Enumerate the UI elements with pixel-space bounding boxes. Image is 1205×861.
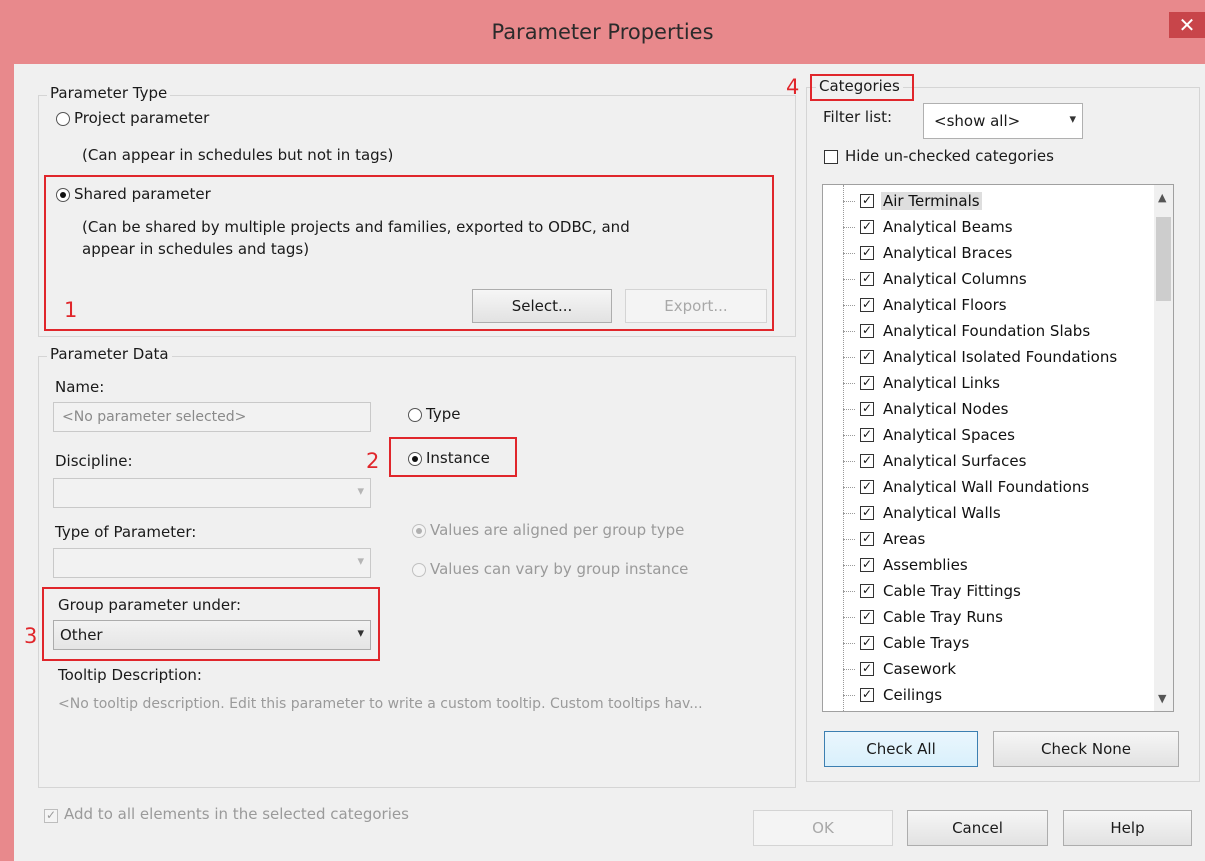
parameter-type-legend: Parameter Type: [47, 84, 171, 102]
cancel-button[interactable]: Cancel: [907, 810, 1048, 846]
project-parameter-description: (Can appear in schedules but not in tags…: [82, 146, 394, 164]
highlight-box-4: [810, 74, 914, 101]
category-checkbox[interactable]: ✓: [860, 558, 874, 572]
chevron-down-icon: ▾: [357, 484, 364, 499]
ok-button[interactable]: OK: [753, 810, 893, 846]
highlight-box-1: [44, 175, 774, 331]
category-checkbox[interactable]: ✓: [860, 636, 874, 650]
category-item[interactable]: ✓ Analytical Columns: [823, 267, 1153, 293]
category-item[interactable]: ✓ Casework: [823, 657, 1153, 683]
category-checkbox[interactable]: ✓: [860, 272, 874, 286]
category-checkbox[interactable]: ✓: [860, 194, 874, 208]
category-checkbox[interactable]: ✓: [860, 376, 874, 390]
project-parameter-radio[interactable]: [56, 112, 70, 126]
tooltip-description-value[interactable]: <No tooltip description. Edit this param…: [58, 696, 703, 712]
discipline-label: Discipline:: [55, 452, 133, 470]
category-checkbox[interactable]: ✓: [860, 350, 874, 364]
category-item[interactable]: ✓ Analytical Spaces: [823, 423, 1153, 449]
filter-list-dropdown[interactable]: <show all> ▾: [923, 103, 1083, 139]
title-bar: Parameter Properties ✕: [0, 0, 1205, 64]
category-checkbox[interactable]: ✓: [860, 610, 874, 624]
filter-list-label: Filter list:: [823, 108, 893, 126]
category-item[interactable]: ✓ Analytical Nodes: [823, 397, 1153, 423]
category-checkbox[interactable]: ✓: [860, 324, 874, 338]
category-checkbox[interactable]: ✓: [860, 506, 874, 520]
category-checkbox[interactable]: ✓: [860, 220, 874, 234]
category-item[interactable]: ✓ Cable Trays: [823, 631, 1153, 657]
values-vary-radio[interactable]: [412, 563, 426, 577]
category-item[interactable]: ✓ Cable Tray Fittings: [823, 579, 1153, 605]
values-vary-label: Values can vary by group instance: [430, 560, 689, 578]
category-item[interactable]: ✓ Analytical Isolated Foundations: [823, 345, 1153, 371]
add-to-all-label: Add to all elements in the selected cate…: [64, 805, 409, 823]
categories-scrollbar[interactable]: ▲ ▼: [1154, 185, 1173, 711]
category-checkbox[interactable]: ✓: [860, 584, 874, 598]
category-item[interactable]: ✓ Analytical Links: [823, 371, 1153, 397]
category-checkbox[interactable]: ✓: [860, 454, 874, 468]
close-icon[interactable]: ✕: [1169, 12, 1205, 38]
type-of-parameter-dropdown[interactable]: ▾: [53, 548, 371, 578]
hide-unchecked-checkbox[interactable]: [824, 150, 838, 164]
chevron-down-icon: ▾: [1069, 112, 1076, 127]
check-all-button[interactable]: Check All: [824, 731, 978, 767]
name-label: Name:: [55, 378, 105, 396]
category-item[interactable]: ✓ Analytical Walls: [823, 501, 1153, 527]
values-aligned-label: Values are aligned per group type: [430, 521, 685, 539]
category-checkbox[interactable]: ✓: [860, 662, 874, 676]
category-checkbox[interactable]: ✓: [860, 402, 874, 416]
filter-list-value: <show all>: [934, 112, 1021, 130]
category-item[interactable]: ✓ Analytical Braces: [823, 241, 1153, 267]
category-checkbox[interactable]: ✓: [860, 688, 874, 702]
category-item[interactable]: ✓ Analytical Foundation Slabs: [823, 319, 1153, 345]
category-item[interactable]: ✓ Analytical Wall Foundations: [823, 475, 1153, 501]
dialog-title: Parameter Properties: [491, 20, 714, 44]
categories-tree: ✓ Air Terminals ✓ Analytical Beams ✓ Analyt…: [822, 184, 1174, 712]
annotation-number-2: 2: [366, 449, 380, 473]
category-item[interactable]: ✓ Analytical Beams: [823, 215, 1153, 241]
category-checkbox[interactable]: ✓: [860, 532, 874, 546]
category-checkbox[interactable]: ✓: [860, 480, 874, 494]
add-to-all-checkbox[interactable]: ✓: [44, 809, 58, 823]
chevron-down-icon: ▾: [357, 554, 364, 569]
discipline-dropdown[interactable]: ▾: [53, 478, 371, 508]
category-item[interactable]: ✓ Analytical Surfaces: [823, 449, 1153, 475]
help-button[interactable]: Help: [1063, 810, 1192, 846]
category-checkbox[interactable]: ✓: [860, 428, 874, 442]
project-parameter-label[interactable]: Project parameter: [74, 109, 209, 127]
scroll-up-icon[interactable]: ▲: [1158, 191, 1166, 204]
category-item[interactable]: ✓ Analytical Floors: [823, 293, 1153, 319]
annotation-number-1: 1: [64, 298, 78, 322]
annotation-number-3: 3: [24, 624, 38, 648]
category-checkbox[interactable]: ✓: [860, 246, 874, 260]
category-item[interactable]: ✓ Areas: [823, 527, 1153, 553]
name-field[interactable]: <No parameter selected>: [53, 402, 371, 432]
annotation-number-4: 4: [786, 75, 800, 99]
type-radio-label[interactable]: Type: [426, 405, 460, 423]
tooltip-description-label: Tooltip Description:: [58, 666, 202, 684]
parameter-data-legend: Parameter Data: [47, 345, 172, 363]
highlight-box-3: [42, 587, 380, 661]
category-checkbox[interactable]: ✓: [860, 298, 874, 312]
scrollbar-thumb[interactable]: [1156, 217, 1171, 301]
type-of-parameter-label: Type of Parameter:: [55, 523, 197, 541]
category-item[interactable]: ✓ Assemblies: [823, 553, 1153, 579]
category-item[interactable]: ✓ Air Terminals: [823, 189, 1153, 215]
category-item[interactable]: ✓ Cable Tray Runs: [823, 605, 1153, 631]
check-none-button[interactable]: Check None: [993, 731, 1179, 767]
type-radio[interactable]: [408, 408, 422, 422]
scroll-down-icon[interactable]: ▼: [1158, 692, 1166, 705]
highlight-box-2: [389, 437, 517, 477]
hide-unchecked-label[interactable]: Hide un-checked categories: [845, 147, 1054, 165]
values-aligned-radio[interactable]: [412, 524, 426, 538]
category-item[interactable]: ✓ Ceilings: [823, 683, 1153, 709]
